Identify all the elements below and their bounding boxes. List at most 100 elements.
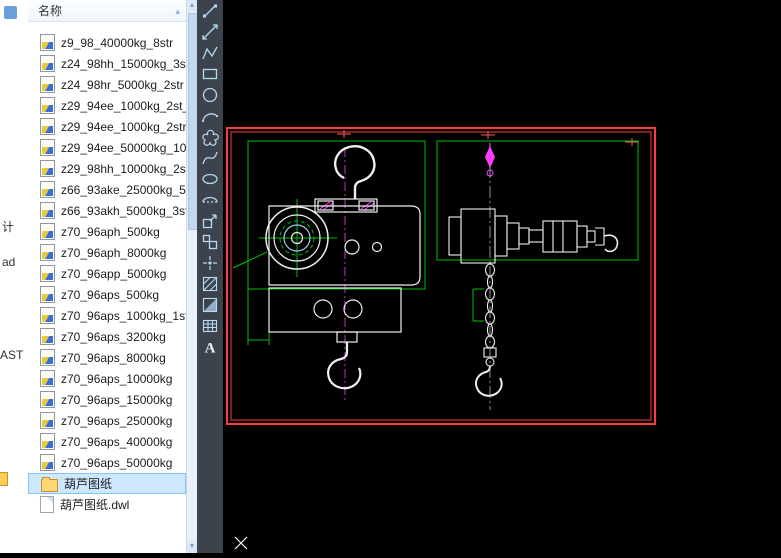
dwg-file-icon (40, 118, 55, 135)
file-row[interactable]: z70_96aph_500kg (28, 221, 186, 242)
dwg-file-icon (40, 391, 55, 408)
clipped-tree-icon (4, 6, 17, 19)
hatch-icon[interactable] (200, 274, 220, 294)
file-name: 葫芦图纸.dwl (60, 496, 129, 513)
dwl-file-icon (40, 496, 54, 513)
file-name: z70_96aps_40000kg (61, 435, 172, 449)
file-name: z70_96aps_3200kg (61, 330, 166, 344)
sort-ascending-icon: ▴ (175, 1, 180, 21)
file-row[interactable]: 葫芦图纸.dwl (28, 494, 186, 515)
gradient-icon[interactable] (200, 295, 220, 315)
folder-tree-strip[interactable]: 计 ad AST (0, 0, 29, 553)
file-row[interactable]: z29_94ee_50000kg_10st (28, 137, 186, 158)
folder-icon (41, 479, 58, 492)
hoist-drawing (223, 0, 781, 553)
arc-icon[interactable] (200, 106, 220, 126)
dwg-file-icon (40, 328, 55, 345)
name-column-header[interactable]: 名称 ▴ (28, 0, 186, 22)
scroll-up-icon[interactable]: ▲ (187, 0, 197, 12)
file-name: z29_98hh_10000kg_2str (61, 162, 186, 176)
file-row[interactable]: z66_93ake_25000kg_5st (28, 179, 186, 200)
file-row[interactable]: z70_96aph_8000kg (28, 242, 186, 263)
file-list-panel: 名称 ▴ z9_98_40000kg_8str z24_98hh_15000kg… (28, 0, 186, 553)
circle-icon[interactable] (200, 85, 220, 105)
file-list: z9_98_40000kg_8str z24_98hh_15000kg_3str… (28, 22, 186, 553)
draw-toolbar: A (197, 0, 223, 553)
dwg-file-icon (40, 244, 55, 261)
dwg-file-icon (40, 160, 55, 177)
file-name: z70_96app_5000kg (61, 267, 166, 281)
file-name: 葫芦图纸 (64, 475, 112, 492)
file-name: z70_96aph_500kg (61, 225, 160, 239)
dwg-file-icon (40, 454, 55, 471)
rectangle-icon[interactable] (200, 64, 220, 84)
file-row[interactable]: z29_98hh_10000kg_2str (28, 158, 186, 179)
file-row[interactable]: z24_98hh_15000kg_3str (28, 53, 186, 74)
file-row[interactable]: z66_93akh_5000kg_3str (28, 200, 186, 221)
tree-item-fragment[interactable]: AST (0, 348, 23, 362)
dwg-file-icon (40, 139, 55, 156)
name-column-label: 名称 (38, 4, 62, 18)
file-name: z9_98_40000kg_8str (61, 36, 173, 50)
dwg-file-icon (40, 223, 55, 240)
file-row[interactable]: z9_98_40000kg_8str (28, 32, 186, 53)
dwg-file-icon (40, 265, 55, 282)
file-name: z66_93ake_25000kg_5st (61, 183, 186, 197)
dwg-file-icon (40, 307, 55, 324)
file-row[interactable]: z29_94ee_1000kg_2st_z (28, 95, 186, 116)
dwg-file-icon (40, 55, 55, 72)
scroll-down-icon[interactable]: ▼ (187, 541, 197, 553)
dwg-file-icon (40, 433, 55, 450)
file-name: z24_98hh_15000kg_3str (61, 57, 186, 71)
tree-item-fragment[interactable]: ad (2, 255, 15, 269)
file-row[interactable]: z70_96aps_10000kg (28, 368, 186, 389)
file-row[interactable]: z70_96app_5000kg (28, 263, 186, 284)
spline-icon[interactable] (200, 148, 220, 168)
file-name: z70_96aps_500kg (61, 288, 159, 302)
tree-item-fragment[interactable]: 计 (2, 218, 14, 235)
file-name: z29_94ee_1000kg_2str (61, 120, 186, 134)
make-block-icon[interactable] (200, 232, 220, 252)
file-row[interactable]: z70_96aps_50000kg (28, 452, 186, 473)
file-name: z70_96aph_8000kg (61, 246, 166, 260)
revision-cloud-icon[interactable] (200, 127, 220, 147)
table-icon[interactable] (200, 316, 220, 336)
svg-text:A: A (205, 341, 216, 357)
ellipse-arc-icon[interactable] (200, 190, 220, 210)
file-row[interactable]: z70_96aps_40000kg (28, 431, 186, 452)
file-list-scrollbar[interactable]: ▲ ▼ (186, 0, 197, 553)
construction-line-icon[interactable] (200, 22, 220, 42)
file-name: z66_93akh_5000kg_3str (61, 204, 186, 218)
dwg-file-icon (40, 34, 55, 51)
file-row[interactable]: z70_96aps_8000kg (28, 347, 186, 368)
file-name: z70_96aps_50000kg (61, 456, 172, 470)
file-row[interactable]: z70_96aps_25000kg (28, 410, 186, 431)
dwg-file-icon (40, 202, 55, 219)
insert-block-icon[interactable] (200, 211, 220, 231)
multiline-text-icon[interactable]: A (200, 337, 220, 357)
dwg-file-icon (40, 412, 55, 429)
ellipse-icon[interactable] (200, 169, 220, 189)
file-name: z70_96aps_10000kg (61, 372, 172, 386)
dwg-file-icon (40, 286, 55, 303)
cad-application-window: 计 ad AST 名称 ▴ z9_98_40000kg_8str z24_98h… (0, 0, 781, 553)
file-row[interactable]: z70_96aps_500kg (28, 284, 186, 305)
polyline-icon[interactable] (200, 43, 220, 63)
file-name: z70_96aps_15000kg (61, 393, 172, 407)
clipped-folder-icon (0, 472, 8, 486)
file-name: z29_94ee_50000kg_10st (61, 141, 186, 155)
file-row[interactable]: z70_96aps_15000kg (28, 389, 186, 410)
file-row[interactable]: z70_96aps_1000kg_1str (28, 305, 186, 326)
file-row-selected[interactable]: 葫芦图纸 (28, 473, 186, 494)
dwg-file-icon (40, 349, 55, 366)
file-row[interactable]: z24_98hr_5000kg_2str (28, 74, 186, 95)
file-name: z24_98hr_5000kg_2str (61, 78, 184, 92)
dwg-file-icon (40, 76, 55, 93)
file-row[interactable]: z70_96aps_3200kg (28, 326, 186, 347)
drawing-canvas[interactable] (223, 0, 781, 553)
dwg-file-icon (40, 370, 55, 387)
line-icon[interactable] (200, 1, 220, 21)
file-row[interactable]: z29_94ee_1000kg_2str (28, 116, 186, 137)
point-icon[interactable] (200, 253, 220, 273)
dwg-file-icon (40, 181, 55, 198)
